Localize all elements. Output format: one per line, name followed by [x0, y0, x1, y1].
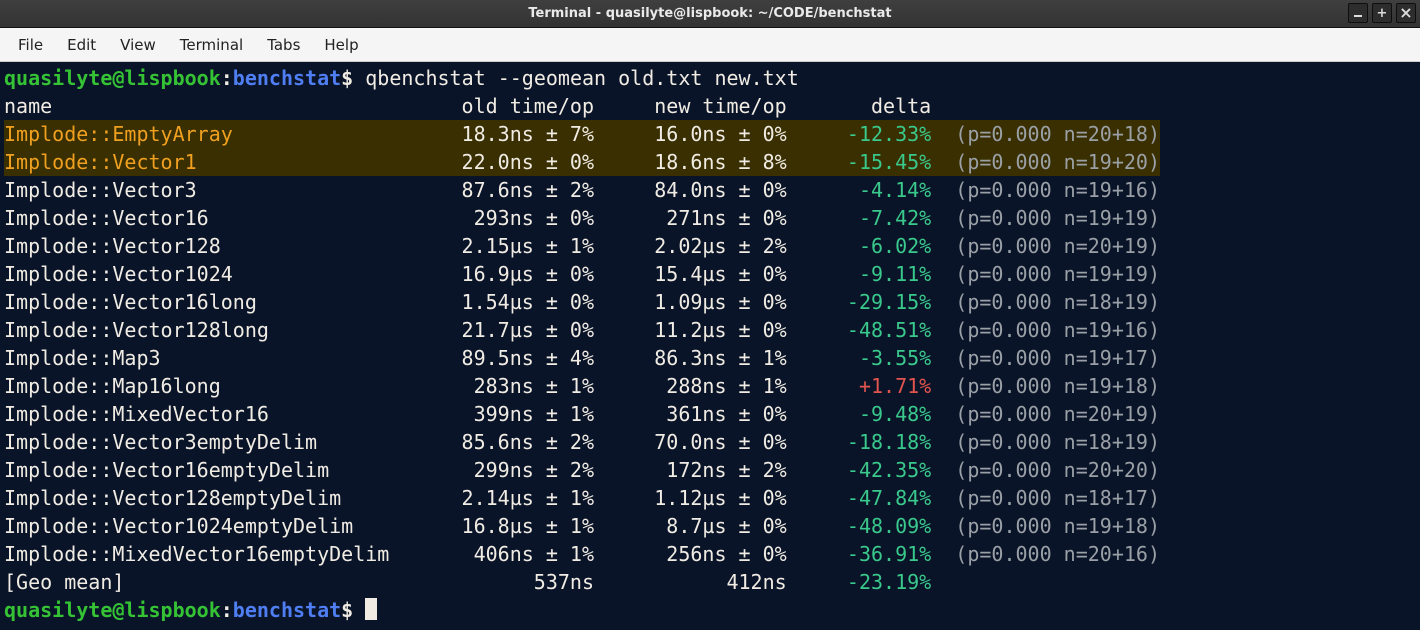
window-controls [1348, 3, 1416, 23]
cursor [365, 598, 377, 620]
menu-bar: File Edit View Terminal Tabs Help [0, 28, 1420, 62]
terminal-output[interactable]: quasilyte@lispbook:benchstat$ qbenchstat… [0, 62, 1420, 630]
menu-file[interactable]: File [6, 32, 55, 58]
window-titlebar: Terminal - quasilyte@lispbook: ~/CODE/be… [0, 0, 1420, 28]
menu-terminal[interactable]: Terminal [168, 32, 255, 58]
menu-tabs[interactable]: Tabs [255, 32, 312, 58]
maximize-button[interactable] [1372, 3, 1392, 23]
menu-help[interactable]: Help [312, 32, 370, 58]
menu-edit[interactable]: Edit [55, 32, 108, 58]
window-title: Terminal - quasilyte@lispbook: ~/CODE/be… [528, 6, 891, 21]
close-button[interactable] [1396, 3, 1416, 23]
minimize-button[interactable] [1348, 3, 1368, 23]
menu-view[interactable]: View [108, 32, 168, 58]
